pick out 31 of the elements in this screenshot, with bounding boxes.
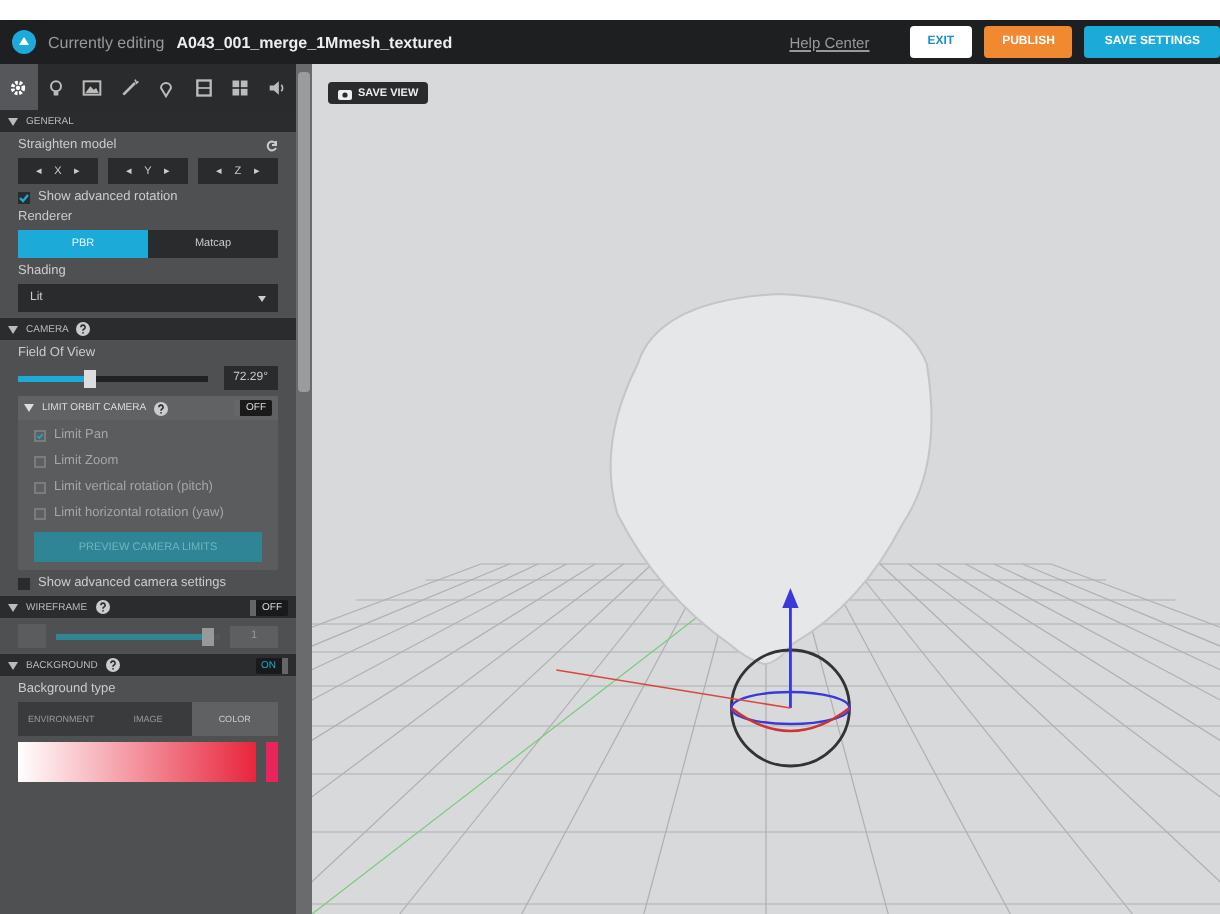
collapse-icon (8, 117, 18, 125)
camera-icon (338, 87, 352, 99)
film-icon (193, 77, 214, 97)
slider-handle[interactable] (202, 627, 215, 645)
editing-label: Currently editing (48, 33, 165, 51)
sound-icon (267, 77, 288, 97)
slider-handle[interactable] (83, 369, 96, 387)
checkbox[interactable] (18, 191, 30, 203)
grid-icon (230, 77, 251, 97)
help-icon[interactable] (154, 401, 169, 415)
help-icon[interactable] (95, 600, 110, 614)
help-icon[interactable] (76, 322, 91, 336)
scrollbar[interactable] (296, 64, 312, 914)
fov-slider-fill[interactable] (18, 375, 90, 381)
wand-icon (119, 77, 140, 97)
pin-icon (156, 77, 177, 97)
reset-icon[interactable] (266, 139, 278, 151)
collapse-icon (8, 661, 18, 669)
tool-tab[interactable] (0, 64, 37, 110)
checkbox[interactable] (18, 577, 30, 589)
collapse-icon (8, 603, 18, 611)
help-icon[interactable] (105, 658, 120, 672)
settings-icon (8, 77, 29, 97)
collapse-icon (24, 404, 34, 412)
color-picker[interactable] (18, 742, 278, 782)
caret-icon (258, 295, 266, 301)
image-icon (82, 77, 103, 97)
lightbulb-icon (45, 77, 66, 97)
model-name: A043_001_merge_1Mmesh_textured (176, 33, 453, 51)
collapse-icon (8, 325, 18, 333)
logo-icon (12, 30, 36, 54)
